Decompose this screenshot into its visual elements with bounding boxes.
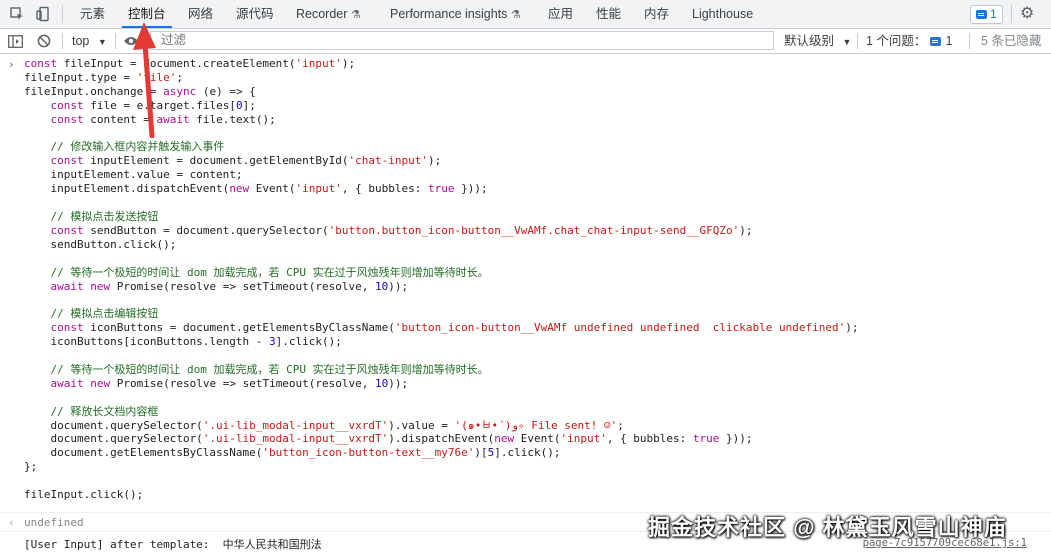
performance-flask-icon: ⚗ [510, 9, 521, 21]
tab-recorder-label: Recorder [296, 7, 348, 21]
chevron-down-icon: ▼ [842, 37, 852, 47]
recorder-flask-icon: ⚗ [350, 9, 361, 21]
console-result-value: undefined [24, 516, 84, 529]
console-log-text: [User Input] after template: 中华人民共和国刑法 [24, 538, 322, 551]
tab-lighthouse[interactable]: Lighthouse [692, 0, 753, 28]
issues-counter[interactable]: 1 个问题： 1 [866, 32, 952, 50]
annotation-arrow-icon [133, 22, 156, 138]
context-selector-label: top [72, 34, 90, 48]
sidebar-toggle-icon[interactable] [6, 32, 24, 50]
tab-elements[interactable]: 元素 [80, 0, 105, 28]
issues-badge-count: 1 [990, 7, 997, 21]
clear-console-icon[interactable] [35, 32, 53, 50]
device-toolbar-icon[interactable] [30, 0, 56, 28]
result-arrow-icon: ‹ [8, 516, 15, 529]
tab-performance-insights[interactable]: Performance insights ⚗ [390, 0, 521, 28]
issues-counter-count: 1 [945, 34, 953, 48]
inspect-element-icon[interactable] [4, 0, 30, 28]
issues-badge[interactable]: 1 [970, 5, 1003, 24]
tab-sources[interactable]: 源代码 [236, 0, 274, 28]
toolbar-separator-3 [857, 33, 858, 49]
tab-network[interactable]: 网络 [188, 0, 213, 28]
tab-application[interactable]: 应用 [548, 0, 573, 28]
tab-performance[interactable]: 性能 [596, 0, 621, 28]
context-selector[interactable]: top ▼ [72, 32, 107, 51]
toolbar-separator-4 [969, 33, 970, 49]
chevron-down-icon: ▼ [97, 37, 107, 47]
issues-counter-label: 1 个问题： [866, 34, 927, 48]
toolbar-separator [62, 33, 63, 49]
tab-separator [62, 5, 63, 23]
console-prompt-chevron-icon: › [8, 58, 15, 71]
settings-gear-icon[interactable]: ⚙ [1020, 5, 1034, 23]
watermark: 掘金技术社区 @ 林黛玉风雪山神庙 [648, 515, 1007, 540]
tab-memory[interactable]: 内存 [644, 0, 669, 28]
console-filter-input[interactable] [150, 31, 774, 50]
log-levels-label: 默认级别 [784, 34, 835, 48]
toolbar-separator-2 [115, 33, 116, 49]
settings-separator [1011, 5, 1012, 23]
issues-chat-icon [976, 10, 987, 19]
issues-chat-icon [930, 36, 942, 46]
log-levels-dropdown[interactable]: 默认级别 ▼ [784, 32, 851, 51]
tab-recorder[interactable]: Recorder ⚗ [296, 0, 361, 28]
hidden-messages-count: 5 条已隐藏 [981, 34, 1042, 48]
tab-performance-insights-label: Performance insights [390, 7, 508, 21]
